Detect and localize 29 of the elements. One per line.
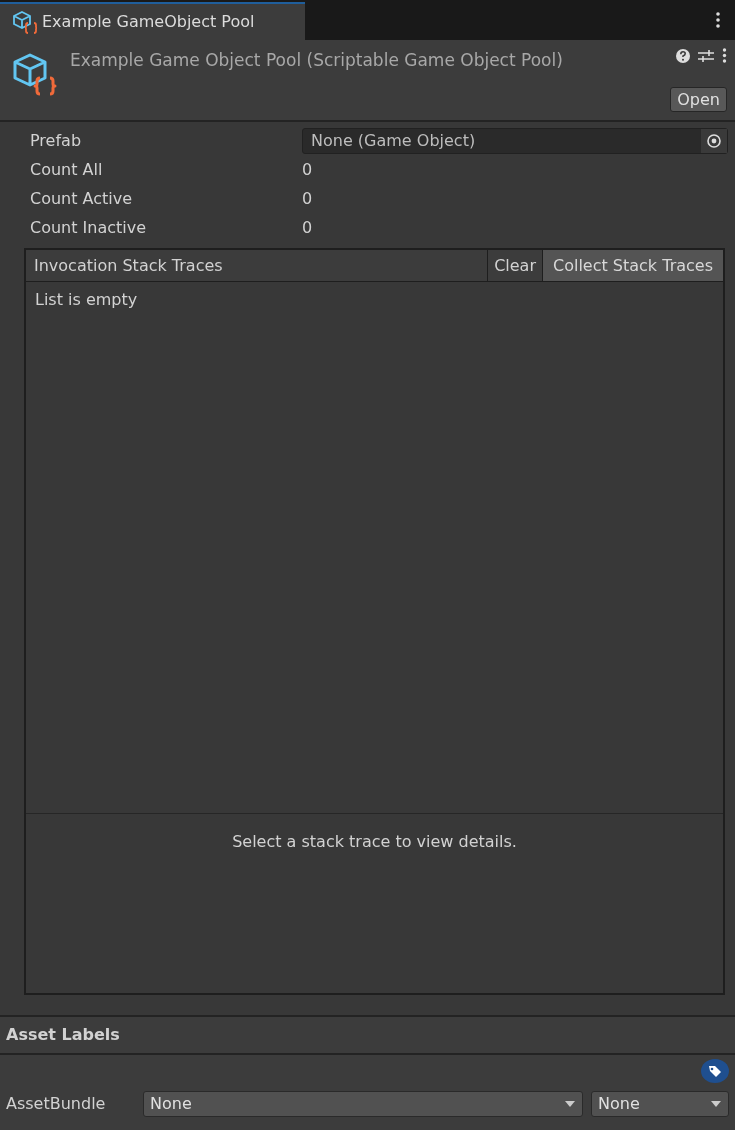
tab[interactable]: Example GameObject Pool — [0, 2, 305, 40]
empty-message: List is empty — [35, 290, 138, 309]
script-cube-icon — [12, 10, 38, 34]
detail-hint: Select a stack trace to view details. — [232, 832, 517, 851]
count-value: 0 — [302, 216, 313, 239]
count-value: 0 — [302, 158, 313, 181]
field-label: Count Active — [30, 187, 134, 210]
section-title: Asset Labels — [6, 1025, 120, 1044]
object-title: Example Game Object Pool (Scriptable Game Object Pool) — [70, 49, 564, 72]
caret-icon — [564, 1100, 576, 1108]
help-icon[interactable] — [676, 48, 690, 63]
dropdown[interactable]: None — [143, 1091, 583, 1117]
more-icon[interactable] — [715, 12, 721, 28]
field-label: Count All — [30, 158, 104, 181]
panel-title: Invocation Stack Traces — [33, 255, 224, 277]
caret-icon — [710, 1100, 722, 1108]
sliders-icon[interactable] — [698, 48, 714, 63]
script-cube-icon — [12, 52, 58, 98]
target-icon[interactable] — [701, 128, 727, 153]
open-button[interactable]: Open — [670, 87, 727, 112]
dropdown[interactable]: None — [591, 1091, 729, 1117]
tag-icon[interactable] — [701, 1059, 729, 1083]
count-value: 0 — [302, 187, 313, 210]
field-label: AssetBundle — [6, 1093, 107, 1115]
field-label: Count Inactive — [30, 216, 148, 239]
more-icon[interactable] — [722, 48, 727, 63]
field-label: Prefab — [30, 129, 83, 152]
collect-button[interactable]: Collect Stack Traces — [542, 250, 723, 281]
object-field[interactable]: None (Game Object) — [302, 127, 728, 154]
